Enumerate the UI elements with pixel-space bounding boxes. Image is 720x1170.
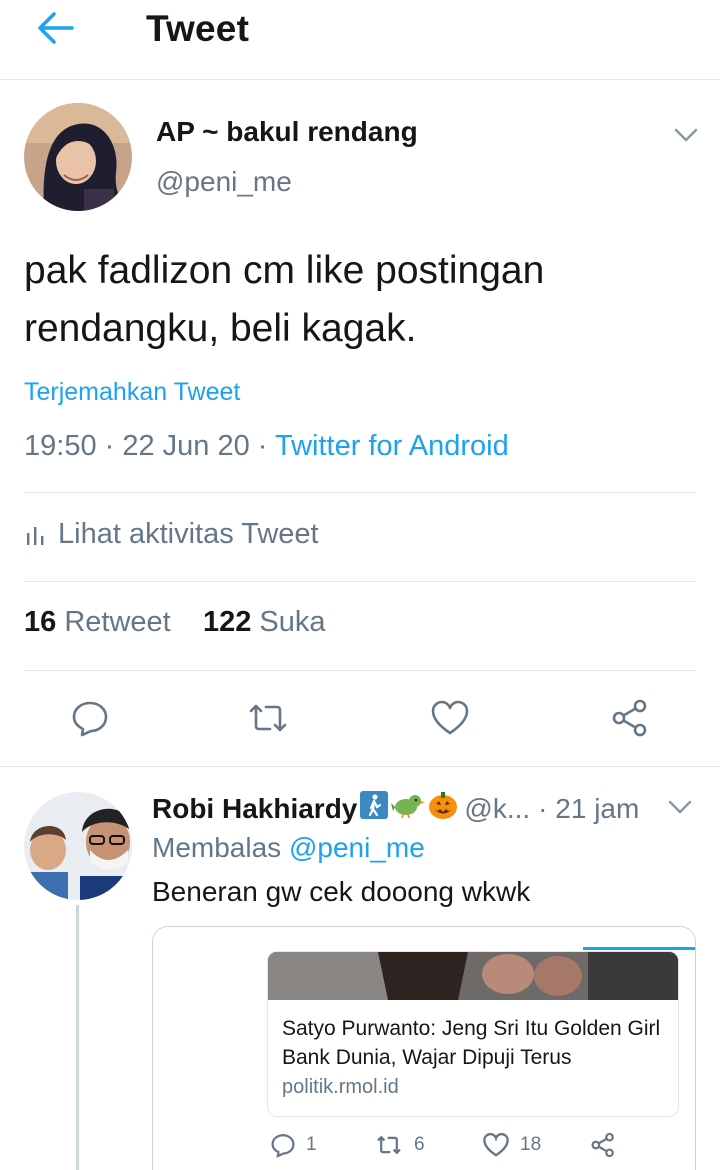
translate-tweet-link[interactable]: Terjemahkan Tweet <box>24 378 240 407</box>
reply-author-name[interactable]: Robi Hakhiardy <box>152 793 357 825</box>
reply-header: Robi Hakhiardy @k... · 21 jam <box>152 790 662 827</box>
reply-text: Beneran gw cek dooong wkwk <box>152 876 531 907</box>
avatar-image <box>24 792 132 900</box>
bar-chart-icon <box>27 526 44 545</box>
reply-share-button[interactable] <box>590 1132 626 1158</box>
link-preview-title: Satyo Purwanto: Jeng Sri Itu Golden Girl… <box>282 1017 661 1069</box>
tweet-meta: 19:50 · 22 Jun 20 · Twitter for Android <box>24 430 509 462</box>
reply-retweet-count: 6 <box>414 1134 425 1155</box>
retweet-count: 16 <box>24 606 57 638</box>
tweet-date: 22 Jun 20 <box>122 430 250 462</box>
reply-like-button[interactable]: 18 <box>482 1132 541 1158</box>
avatar[interactable] <box>24 103 132 211</box>
reply-icon <box>72 701 108 737</box>
like-stat-label: Suka <box>259 606 326 638</box>
reply-author-handle[interactable]: @k... <box>464 793 530 825</box>
tweet-time: 19:50 <box>24 430 97 462</box>
tweet-text: pak fadlizon cm like postingan rendangku… <box>24 249 545 350</box>
link-preview-domain: politik.rmol.id <box>282 1076 399 1098</box>
author-handle[interactable]: @peni_me <box>156 166 292 198</box>
thread-line <box>76 905 79 1170</box>
like-stat[interactable]: 122 Suka <box>203 606 326 638</box>
view-activity-button[interactable]: Lihat aktivitas Tweet <box>24 518 319 551</box>
share-icon <box>591 1132 614 1158</box>
like-button[interactable] <box>428 696 472 740</box>
retweet-stat[interactable]: 16 Retweet <box>24 606 171 638</box>
divider <box>0 766 720 767</box>
retweet-stat-label: Retweet <box>64 606 171 638</box>
reply-time-group: · 21 jam <box>538 792 640 824</box>
page-title: Tweet <box>146 8 250 49</box>
share-icon <box>612 699 647 737</box>
divider <box>24 670 696 671</box>
pumpkin-icon <box>428 790 458 827</box>
replying-label: Membalas <box>152 832 282 863</box>
arrow-left-icon <box>38 12 74 44</box>
heart-icon <box>431 700 469 735</box>
reply-reply-button[interactable]: 1 <box>270 1132 317 1158</box>
share-button[interactable] <box>608 696 652 740</box>
link-preview-card[interactable]: Satyo Purwanto: Jeng Sri Itu Golden Girl… <box>267 951 679 1117</box>
reply-like-count: 18 <box>520 1134 542 1155</box>
retweet-icon <box>249 704 287 732</box>
replying-to: Membalas @peni_me <box>152 832 425 864</box>
reply-button[interactable] <box>68 696 112 740</box>
reply-retweet-button[interactable]: 6 <box>374 1132 425 1158</box>
top-bar: Tweet <box>0 0 720 80</box>
back-button[interactable] <box>34 6 78 50</box>
card-accent-bar <box>583 947 695 950</box>
heart-icon <box>483 1132 509 1157</box>
person-walking-icon <box>360 791 389 826</box>
retweet-icon <box>377 1135 401 1155</box>
chevron-down-icon <box>668 800 692 814</box>
engagement-stats: 16 Retweet 122 Suka <box>24 606 326 639</box>
tweet-source-link[interactable]: Twitter for Android <box>275 430 509 462</box>
replying-mention-link[interactable]: @peni_me <box>289 832 425 863</box>
reply-time: 21 jam <box>555 792 640 824</box>
author-name[interactable]: AP ~ bakul rendang <box>156 116 418 148</box>
retweet-button[interactable] <box>246 696 290 740</box>
link-preview-image <box>268 952 678 1000</box>
reply-avatar[interactable] <box>24 792 132 900</box>
tweet-menu-button[interactable] <box>668 120 704 150</box>
divider <box>24 492 696 493</box>
view-activity-label: Lihat aktivitas Tweet <box>58 518 319 550</box>
divider <box>24 581 696 582</box>
avatar-image <box>24 103 132 211</box>
reply-menu-button[interactable] <box>662 792 698 822</box>
bird-icon <box>391 791 426 826</box>
chevron-down-icon <box>674 128 698 142</box>
reply-icon <box>271 1134 295 1158</box>
like-count: 122 <box>202 606 252 638</box>
reply-reply-count: 1 <box>306 1134 317 1155</box>
